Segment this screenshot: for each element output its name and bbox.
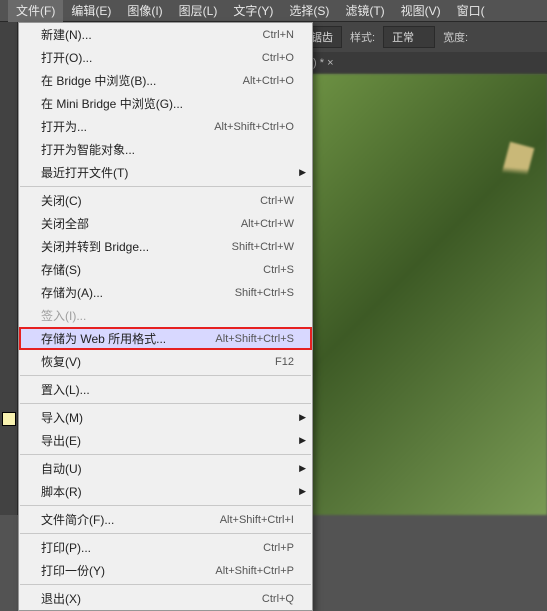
separator [20, 454, 311, 455]
file-menu-dropdown: 新建(N)...Ctrl+N 打开(O)...Ctrl+O 在 Bridge 中… [18, 22, 313, 611]
menu-edit[interactable]: 编辑(E) [63, 0, 119, 22]
chevron-right-icon: ▶ [299, 486, 306, 497]
menu-item-revert[interactable]: 恢复(V)F12 [19, 350, 312, 373]
menu-item-open-as[interactable]: 打开为...Alt+Shift+Ctrl+O [19, 115, 312, 138]
menu-item-new[interactable]: 新建(N)...Ctrl+N [19, 23, 312, 46]
menu-item-export[interactable]: 导出(E)▶ [19, 429, 312, 452]
tool-sidebar [0, 22, 18, 515]
menu-item-scripts[interactable]: 脚本(R)▶ [19, 480, 312, 503]
menu-layer[interactable]: 图层(L) [171, 0, 226, 22]
menu-window[interactable]: 窗口( [449, 0, 493, 22]
separator [20, 375, 311, 376]
menu-view[interactable]: 视图(V) [393, 0, 449, 22]
separator [20, 533, 311, 534]
menu-item-open-smart[interactable]: 打开为智能对象... [19, 138, 312, 161]
menu-filter[interactable]: 滤镜(T) [337, 0, 392, 22]
menu-item-browse-mini[interactable]: 在 Mini Bridge 中浏览(G)... [19, 92, 312, 115]
menu-item-automate[interactable]: 自动(U)▶ [19, 457, 312, 480]
menu-item-save-as[interactable]: 存储为(A)...Shift+Ctrl+S [19, 281, 312, 304]
chevron-right-icon: ▶ [299, 435, 306, 446]
menu-text[interactable]: 文字(Y) [225, 0, 281, 22]
chevron-right-icon: ▶ [299, 463, 306, 474]
foreground-color-swatch[interactable] [2, 412, 16, 426]
separator [20, 505, 311, 506]
menubar: 文件(F) 编辑(E) 图像(I) 图层(L) 文字(Y) 选择(S) 滤镜(T… [0, 0, 547, 22]
separator [20, 186, 311, 187]
separator [20, 584, 311, 585]
separator [20, 403, 311, 404]
chevron-right-icon: ▶ [299, 167, 306, 178]
menu-select[interactable]: 选择(S) [281, 0, 337, 22]
menu-item-close-all[interactable]: 关闭全部Alt+Ctrl+W [19, 212, 312, 235]
menu-item-checkin: 签入(I)... [19, 304, 312, 327]
menu-file[interactable]: 文件(F) [8, 0, 63, 22]
menu-item-print[interactable]: 打印(P)...Ctrl+P [19, 536, 312, 559]
menu-item-print-one[interactable]: 打印一份(Y)Alt+Shift+Ctrl+P [19, 559, 312, 582]
chevron-right-icon: ▶ [299, 412, 306, 423]
menu-item-import[interactable]: 导入(M)▶ [19, 406, 312, 429]
menu-item-exit[interactable]: 退出(X)Ctrl+Q [19, 587, 312, 610]
width-label: 宽度: [443, 29, 468, 45]
menu-item-recent[interactable]: 最近打开文件(T)▶ [19, 161, 312, 184]
menu-item-place[interactable]: 置入(L)... [19, 378, 312, 401]
menu-item-close-bridge[interactable]: 关闭并转到 Bridge...Shift+Ctrl+W [19, 235, 312, 258]
menu-item-save[interactable]: 存储(S)Ctrl+S [19, 258, 312, 281]
menu-item-file-info[interactable]: 文件简介(F)...Alt+Shift+Ctrl+I [19, 508, 312, 531]
menu-image[interactable]: 图像(I) [119, 0, 170, 22]
menu-item-close[interactable]: 关闭(C)Ctrl+W [19, 189, 312, 212]
style-label: 样式: [350, 29, 375, 45]
menu-item-save-for-web[interactable]: 存储为 Web 所用格式...Alt+Shift+Ctrl+S [19, 327, 312, 350]
menu-item-open[interactable]: 打开(O)...Ctrl+O [19, 46, 312, 69]
style-select[interactable]: 正常 [383, 26, 435, 48]
menu-item-browse-bridge[interactable]: 在 Bridge 中浏览(B)...Alt+Ctrl+O [19, 69, 312, 92]
